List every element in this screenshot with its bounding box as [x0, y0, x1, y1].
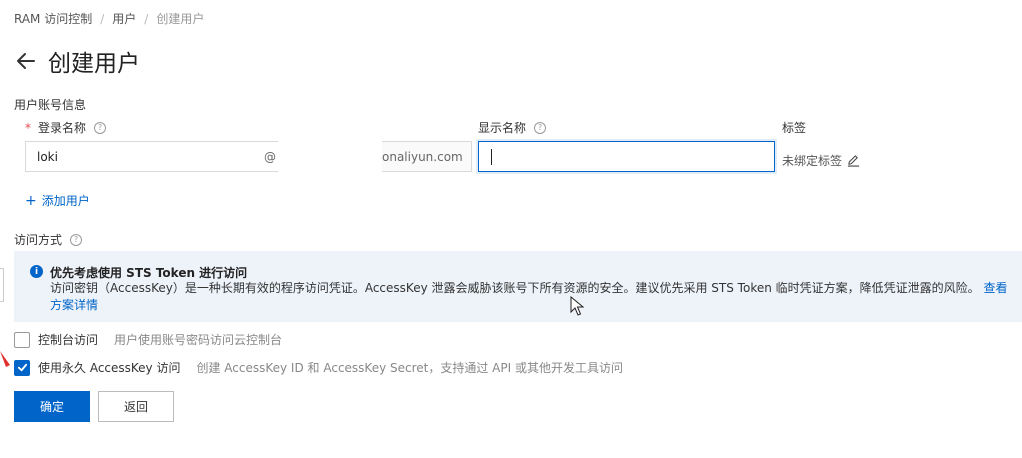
display-name-label-text: 显示名称	[478, 121, 527, 135]
sts-notice-box: i 优先考虑使用 STS Token 进行访问 访问密钥（AccessKey）是…	[14, 251, 1022, 322]
display-name-input[interactable]	[478, 141, 775, 172]
accesskey-access-checkbox[interactable]	[14, 359, 30, 376]
notice-body-text: 访问密钥（AccessKey）是一种长期有效的程序访问凭证。AccessKey …	[50, 281, 980, 295]
edit-icon[interactable]	[847, 154, 860, 167]
tag-label: 标签	[782, 119, 806, 136]
login-name-input[interactable]: loki	[25, 141, 278, 172]
breadcrumb: RAM 访问控制 / 用户 / 创建用户	[14, 10, 204, 27]
breadcrumb-users[interactable]: 用户	[112, 10, 136, 27]
accesskey-access-option[interactable]: 使用永久 AccessKey 访问 创建 AccessKey ID 和 Acce…	[14, 359, 623, 376]
info-icon: i	[30, 265, 43, 278]
login-name-value: loki	[37, 149, 58, 164]
required-mark: *	[25, 120, 31, 135]
plus-icon: +	[25, 192, 37, 209]
annotation-arrow-icon	[0, 351, 10, 367]
login-name-label: * 登录名称 ?	[25, 119, 107, 136]
notice-body: 访问密钥（AccessKey）是一种长期有效的程序访问凭证。AccessKey …	[50, 280, 1010, 314]
access-section-label-text: 访问方式	[14, 233, 63, 247]
mouse-cursor-icon	[570, 296, 584, 316]
back-arrow-icon[interactable]	[14, 49, 38, 73]
confirm-button[interactable]: 确定	[14, 391, 90, 422]
console-access-checkbox[interactable]	[14, 331, 30, 348]
text-caret	[491, 149, 492, 165]
accesskey-access-label: 使用永久 AccessKey 访问	[38, 361, 181, 375]
breadcrumb-separator: /	[100, 11, 105, 26]
side-panel-handle[interactable]	[0, 268, 4, 302]
check-icon	[17, 363, 27, 372]
help-icon[interactable]: ?	[70, 233, 83, 246]
breadcrumb-separator: /	[144, 11, 149, 26]
help-icon[interactable]: ?	[534, 121, 547, 134]
tag-value: 未绑定标签	[782, 152, 860, 169]
tag-label-text: 标签	[782, 121, 807, 135]
breadcrumb-current: 创建用户	[156, 12, 205, 26]
login-name-label-text: 登录名称	[38, 121, 87, 135]
title-row: 创建用户	[14, 44, 140, 78]
display-name-label: 显示名称 ?	[478, 119, 547, 136]
page-title: 创建用户	[48, 51, 140, 77]
help-icon[interactable]: ?	[94, 121, 107, 134]
account-section-label: 用户账号信息	[14, 98, 87, 112]
access-section-label: 访问方式 ?	[14, 231, 83, 248]
breadcrumb-ram[interactable]: RAM 访问控制	[14, 10, 92, 27]
console-access-label: 控制台访问	[38, 333, 99, 347]
domain-suffix: onaliyun.com	[382, 141, 472, 172]
at-sign: @	[264, 150, 276, 164]
console-access-option[interactable]: 控制台访问 用户使用账号密码访问云控制台	[14, 331, 282, 348]
domain-suffix-text: onaliyun.com	[382, 149, 463, 164]
create-user-page: RAM 访问控制 / 用户 / 创建用户 创建用户 用户账号信息 * 登录名称 …	[0, 0, 1022, 458]
add-user-label: 添加用户	[41, 194, 90, 208]
accesskey-access-description: 创建 AccessKey ID 和 AccessKey Secret，支持通过 …	[196, 361, 623, 375]
notice-title: 优先考虑使用 STS Token 进行访问	[50, 266, 248, 280]
back-button[interactable]: 返回	[98, 391, 174, 422]
add-user-button[interactable]: + 添加用户	[25, 192, 90, 209]
console-access-description: 用户使用账号密码访问云控制台	[114, 333, 283, 347]
tag-value-text: 未绑定标签	[782, 154, 843, 168]
